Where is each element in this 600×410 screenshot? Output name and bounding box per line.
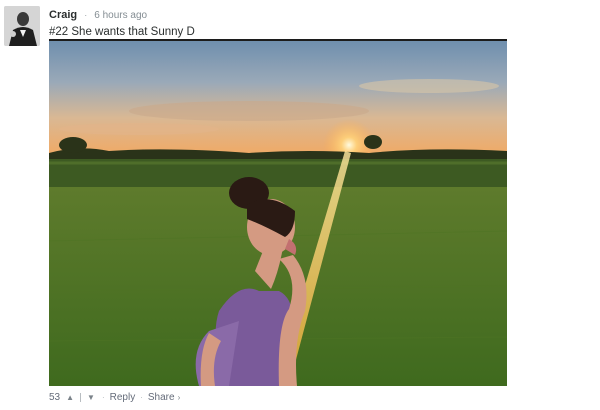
avatar[interactable]: [4, 6, 40, 46]
reply-button[interactable]: Reply: [110, 392, 136, 403]
comment-image[interactable]: [49, 39, 507, 386]
share-button[interactable]: Share ›: [148, 392, 180, 403]
author-name[interactable]: Craig: [49, 9, 77, 21]
meta-separator: ·: [84, 10, 88, 20]
vote-count: 53: [49, 392, 61, 403]
vote-divider: [80, 393, 82, 402]
comment-footer: 53 ▲ ▼ · Reply · Share ›: [49, 392, 180, 403]
chevron-right-icon: ›: [177, 393, 181, 402]
comment-timestamp[interactable]: 6 hours ago: [94, 10, 147, 21]
sunset-field-photo: [49, 41, 507, 386]
comment-header: Craig · 6 hours ago: [49, 9, 147, 22]
share-label: Share: [147, 392, 175, 403]
footer-separator: ·: [140, 393, 143, 402]
chevron-down-icon[interactable]: ▼: [85, 393, 97, 402]
avatar-image: [4, 6, 40, 46]
comment-text: #22 She wants that Sunny D: [49, 26, 195, 38]
footer-separator: ·: [101, 393, 105, 402]
chevron-up-icon[interactable]: ▲: [64, 393, 76, 402]
